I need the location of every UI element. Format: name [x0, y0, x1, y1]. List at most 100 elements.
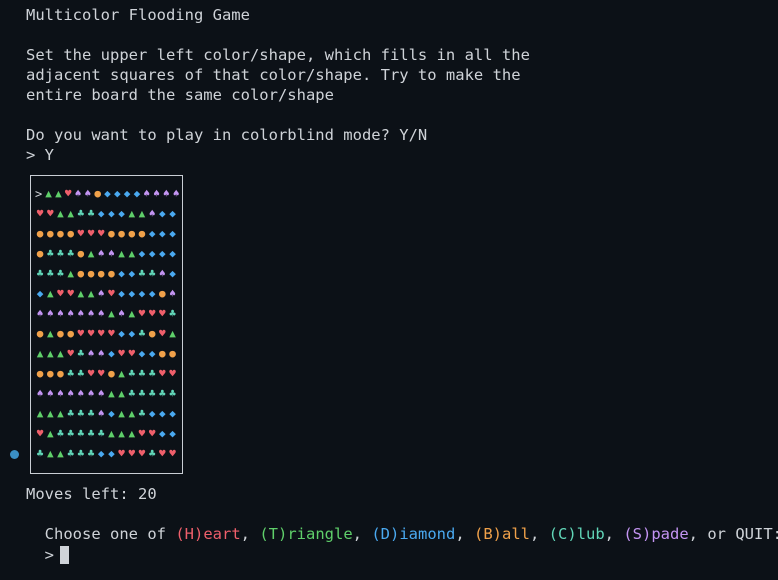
- board-cell: ▲: [55, 187, 62, 200]
- board-cell: ▲: [128, 207, 136, 220]
- board-cell: ♣: [67, 427, 74, 440]
- choice-prompt: Choose one of (H)eart, (T)riangle, (D)ia…: [26, 504, 778, 544]
- board-cell: ♣: [57, 427, 64, 440]
- board-cell: ♣: [148, 387, 156, 400]
- board-cell: ◆: [123, 187, 131, 200]
- board-cell: ◆: [97, 207, 105, 220]
- board-cell: ♣: [67, 247, 74, 260]
- board-cell: ♣: [67, 407, 74, 420]
- board-cell: ♠: [148, 207, 156, 220]
- board-cell: ◆: [36, 287, 44, 300]
- board-cell: ♣: [159, 387, 166, 400]
- start-marker: >: [35, 187, 43, 201]
- board-cell: ▲: [169, 327, 176, 340]
- prompt-symbol: >: [44, 546, 55, 564]
- text-cursor: [60, 546, 70, 564]
- board-cell: ●: [108, 367, 115, 380]
- board-cell: ◆: [159, 407, 166, 420]
- board-cell: ▲: [57, 207, 64, 220]
- option-separator: ,: [688, 525, 708, 543]
- board-cell: ♣: [77, 367, 85, 380]
- board-cell: ▲: [118, 367, 125, 380]
- board-cell: ●: [108, 227, 115, 240]
- board-cell: ◆: [169, 407, 176, 420]
- board-cell: ♠: [87, 387, 95, 400]
- board-cell: ♥: [148, 427, 156, 440]
- board-cell: ◆: [148, 287, 156, 300]
- option-separator: ,: [240, 525, 260, 543]
- board-cell: ▲: [108, 427, 115, 440]
- board-cell: ♥: [118, 447, 125, 460]
- board-cell: ♠: [163, 187, 170, 200]
- board-cell: ●: [94, 187, 101, 200]
- board-cell: ◆: [138, 347, 146, 360]
- board-cell: ♥: [67, 287, 74, 300]
- board-cell: ◆: [159, 227, 166, 240]
- board-row: ▲ ▲ ▲ ♣ ♣ ♣ ♠ ◆ ▲ ▲ ♣ ◆ ◆ ◆: [35, 404, 181, 424]
- board-cell: ◆: [169, 207, 176, 220]
- input-line[interactable]: >: [26, 525, 70, 565]
- board-cell: ♥: [46, 207, 54, 220]
- board-cell: ♥: [87, 227, 95, 240]
- board-cell: ♣: [128, 387, 136, 400]
- board-cell: ♠: [46, 307, 54, 320]
- board-cell: ♥: [159, 307, 166, 320]
- board-cell: ♠: [36, 307, 44, 320]
- board-cell: ♠: [97, 307, 105, 320]
- option-club: (C)lub: [548, 525, 605, 543]
- board-cell: ◆: [128, 267, 136, 280]
- board-cell: ●: [77, 267, 85, 280]
- board-cell: ▲: [46, 347, 54, 360]
- board-cell: ♥: [138, 307, 146, 320]
- board-cell: ♥: [67, 347, 74, 360]
- board-cell: ●: [67, 227, 74, 240]
- board-cell: ▲: [108, 307, 115, 320]
- board-cell: ▲: [46, 447, 54, 460]
- board-cell: ●: [57, 327, 64, 340]
- board-cell: ♥: [87, 327, 95, 340]
- board-row: ▲ ▲ ▲ ♥ ♣ ♠ ♠ ◆ ♥ ♥ ◆ ◆ ● ●: [35, 344, 181, 364]
- board-cell: ♣: [169, 307, 176, 320]
- board-cell: ◆: [108, 407, 115, 420]
- board-cell: ♣: [77, 447, 85, 460]
- terminal-title: Multicolor Flooding Game: [26, 6, 250, 24]
- board-cell: ♣: [87, 427, 95, 440]
- board-cell: ♥: [169, 367, 176, 380]
- board-cell: ◆: [118, 267, 125, 280]
- board-cell: ▲: [36, 407, 44, 420]
- board-cell: ♥: [159, 367, 166, 380]
- option-spade: (S)pade: [623, 525, 689, 543]
- board-cell: ♣: [77, 407, 85, 420]
- board-cell: ●: [148, 327, 156, 340]
- board-row: ● ● ● ♣ ♣ ♥ ♥ ● ▲ ♣ ♣ ♣ ♥ ♥: [35, 364, 181, 384]
- board-cell: ●: [67, 327, 74, 340]
- board-cell: ♣: [87, 407, 95, 420]
- board-cell: ♥: [138, 427, 146, 440]
- board-row: ♥ ♥ ▲ ▲ ♣ ♣ ◆ ◆ ◆ ▲ ▲ ♠ ◆ ◆: [35, 204, 181, 224]
- board-cell: ▲: [46, 427, 54, 440]
- board-cell: ♣: [77, 347, 85, 360]
- board-cell: ♣: [97, 427, 105, 440]
- board-cell: ●: [46, 227, 54, 240]
- board-cell: ♠: [118, 307, 125, 320]
- board-cell: ●: [36, 247, 44, 260]
- board-cell: ▲: [118, 427, 125, 440]
- board-cell: ♥: [128, 447, 136, 460]
- board-cell: ◆: [133, 187, 141, 200]
- board-cell: ♠: [169, 287, 176, 300]
- board-cell: ♠: [153, 187, 160, 200]
- board-cell: ♣: [36, 267, 44, 280]
- board-cell: ♥: [97, 227, 105, 240]
- board-cell: ♥: [159, 327, 166, 340]
- board-cell: ♠: [97, 287, 105, 300]
- board-cell: ♣: [77, 427, 85, 440]
- option-separator: ,: [530, 525, 549, 543]
- board-cell: ♥: [36, 427, 44, 440]
- board-cell: ▲: [128, 247, 136, 260]
- board-cell: ◆: [159, 427, 166, 440]
- board-cell: ♠: [87, 347, 95, 360]
- board-cell: ▲: [108, 387, 115, 400]
- intro-line-1: Set the upper left color/shape, which fi…: [26, 46, 530, 64]
- board-cell: ♥: [77, 327, 85, 340]
- board-cell: ◆: [128, 287, 136, 300]
